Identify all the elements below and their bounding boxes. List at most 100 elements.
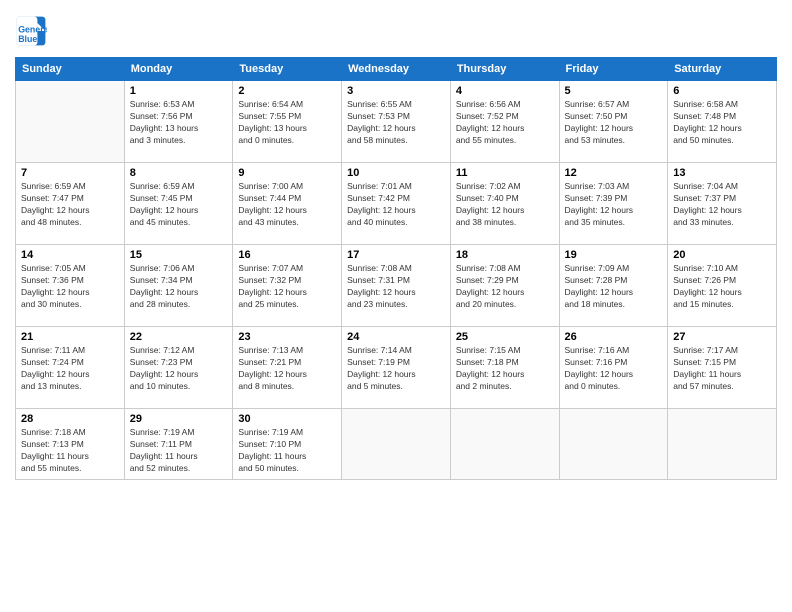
day-info: Sunrise: 7:04 AMSunset: 7:37 PMDaylight:…: [673, 181, 771, 229]
calendar-cell: 23 Sunrise: 7:13 AMSunset: 7:21 PMDayligh…: [233, 327, 342, 409]
calendar-cell: 19Sunrise: 7:09 AMSunset: 7:28 PMDayligh…: [559, 245, 668, 327]
day-info: Sunrise: 6:54 AMSunset: 7:55 PMDaylight:…: [238, 99, 336, 147]
calendar-cell: 24 Sunrise: 7:14 AMSunset: 7:19 PMDayligh…: [342, 327, 451, 409]
svg-text:General: General: [18, 25, 47, 35]
day-number: 20: [673, 249, 771, 261]
week-row-1: 1Sunrise: 6:53 AMSunset: 7:56 PMDaylight…: [16, 81, 777, 163]
day-info: Sunrise: 6:57 AMSunset: 7:50 PMDaylight:…: [565, 99, 663, 147]
day-number: 21: [21, 331, 119, 343]
day-info: Sunrise: 7:18 AMSunset: 7:13 PMDaylight:…: [21, 427, 119, 475]
header: General Blue: [15, 15, 777, 47]
calendar-cell: 22 Sunrise: 7:12 AMSunset: 7:23 PMDayligh…: [124, 327, 233, 409]
day-number: 1: [130, 85, 228, 97]
day-info: Sunrise: 7:16 AMSunset: 7:16 PMDaylight:…: [565, 345, 663, 393]
day-number: 14: [21, 249, 119, 261]
calendar-cell: 3 Sunrise: 6:55 AMSunset: 7:53 PMDaylight…: [342, 81, 451, 163]
day-number: 10: [347, 167, 445, 179]
day-number: 9: [238, 167, 336, 179]
week-row-4: 21 Sunrise: 7:11 AMSunset: 7:24 PMDayligh…: [16, 327, 777, 409]
day-info: Sunrise: 7:13 AMSunset: 7:21 PMDaylight:…: [238, 345, 336, 393]
weekday-header-wednesday: Wednesday: [342, 58, 451, 81]
day-number: 2: [238, 85, 336, 97]
calendar-cell: 28 Sunrise: 7:18 AMSunset: 7:13 PMDayligh…: [16, 409, 125, 480]
calendar-cell: 18Sunrise: 7:08 AMSunset: 7:29 PMDayligh…: [450, 245, 559, 327]
day-info: Sunrise: 6:56 AMSunset: 7:52 PMDaylight:…: [456, 99, 554, 147]
calendar-cell: 17Sunrise: 7:08 AMSunset: 7:31 PMDayligh…: [342, 245, 451, 327]
calendar-cell: [450, 409, 559, 480]
day-info: Sunrise: 7:01 AMSunset: 7:42 PMDaylight:…: [347, 181, 445, 229]
calendar-cell: 21 Sunrise: 7:11 AMSunset: 7:24 PMDayligh…: [16, 327, 125, 409]
day-info: Sunrise: 7:14 AMSunset: 7:19 PMDaylight:…: [347, 345, 445, 393]
day-number: 26: [565, 331, 663, 343]
day-number: 13: [673, 167, 771, 179]
day-info: Sunrise: 7:19 AMSunset: 7:11 PMDaylight:…: [130, 427, 228, 475]
day-number: 11: [456, 167, 554, 179]
weekday-header-thursday: Thursday: [450, 58, 559, 81]
calendar-cell: 26 Sunrise: 7:16 AMSunset: 7:16 PMDayligh…: [559, 327, 668, 409]
calendar-cell: 14Sunrise: 7:05 AMSunset: 7:36 PMDayligh…: [16, 245, 125, 327]
calendar-cell: 30 Sunrise: 7:19 AMSunset: 7:10 PMDayligh…: [233, 409, 342, 480]
day-info: Sunrise: 7:03 AMSunset: 7:39 PMDaylight:…: [565, 181, 663, 229]
day-info: Sunrise: 7:19 AMSunset: 7:10 PMDaylight:…: [238, 427, 336, 475]
calendar-cell: [668, 409, 777, 480]
day-number: 30: [238, 413, 336, 425]
weekday-header-friday: Friday: [559, 58, 668, 81]
day-number: 6: [673, 85, 771, 97]
day-number: 27: [673, 331, 771, 343]
day-number: 25: [456, 331, 554, 343]
day-info: Sunrise: 7:08 AMSunset: 7:31 PMDaylight:…: [347, 263, 445, 311]
day-info: Sunrise: 7:02 AMSunset: 7:40 PMDaylight:…: [456, 181, 554, 229]
calendar-cell: 7 Sunrise: 6:59 AMSunset: 7:47 PMDaylight…: [16, 163, 125, 245]
day-number: 5: [565, 85, 663, 97]
day-number: 22: [130, 331, 228, 343]
calendar-cell: 16 Sunrise: 7:07 AMSunset: 7:32 PMDayligh…: [233, 245, 342, 327]
svg-text:Blue: Blue: [18, 34, 37, 44]
calendar-cell: 6 Sunrise: 6:58 AMSunset: 7:48 PMDaylight…: [668, 81, 777, 163]
day-number: 24: [347, 331, 445, 343]
logo-icon: General Blue: [15, 15, 47, 47]
day-number: 16: [238, 249, 336, 261]
calendar-cell: [342, 409, 451, 480]
page: General Blue SundayMondayTuesdayWednesda…: [0, 0, 792, 612]
calendar-table: SundayMondayTuesdayWednesdayThursdayFrid…: [15, 57, 777, 480]
calendar-cell: [16, 81, 125, 163]
calendar-cell: 10 Sunrise: 7:01 AMSunset: 7:42 PMDayligh…: [342, 163, 451, 245]
week-row-2: 7 Sunrise: 6:59 AMSunset: 7:47 PMDaylight…: [16, 163, 777, 245]
day-number: 8: [130, 167, 228, 179]
calendar-cell: 20 Sunrise: 7:10 AMSunset: 7:26 PMDayligh…: [668, 245, 777, 327]
weekday-header-sunday: Sunday: [16, 58, 125, 81]
day-info: Sunrise: 7:12 AMSunset: 7:23 PMDaylight:…: [130, 345, 228, 393]
day-info: Sunrise: 7:11 AMSunset: 7:24 PMDaylight:…: [21, 345, 119, 393]
calendar-cell: 9Sunrise: 7:00 AMSunset: 7:44 PMDaylight…: [233, 163, 342, 245]
weekday-header-tuesday: Tuesday: [233, 58, 342, 81]
day-number: 28: [21, 413, 119, 425]
calendar-cell: 4 Sunrise: 6:56 AMSunset: 7:52 PMDaylight…: [450, 81, 559, 163]
day-info: Sunrise: 7:10 AMSunset: 7:26 PMDaylight:…: [673, 263, 771, 311]
calendar-cell: 15Sunrise: 7:06 AMSunset: 7:34 PMDayligh…: [124, 245, 233, 327]
day-number: 19: [565, 249, 663, 261]
day-info: Sunrise: 6:59 AMSunset: 7:47 PMDaylight:…: [21, 181, 119, 229]
logo: General Blue: [15, 15, 51, 47]
day-info: Sunrise: 6:59 AMSunset: 7:45 PMDaylight:…: [130, 181, 228, 229]
day-number: 7: [21, 167, 119, 179]
weekday-header-saturday: Saturday: [668, 58, 777, 81]
calendar-cell: 13 Sunrise: 7:04 AMSunset: 7:37 PMDayligh…: [668, 163, 777, 245]
calendar-cell: 25 Sunrise: 7:15 AMSunset: 7:18 PMDayligh…: [450, 327, 559, 409]
day-info: Sunrise: 7:15 AMSunset: 7:18 PMDaylight:…: [456, 345, 554, 393]
day-number: 4: [456, 85, 554, 97]
day-number: 23: [238, 331, 336, 343]
calendar-cell: 12 Sunrise: 7:03 AMSunset: 7:39 PMDayligh…: [559, 163, 668, 245]
weekday-header-monday: Monday: [124, 58, 233, 81]
calendar-cell: 1Sunrise: 6:53 AMSunset: 7:56 PMDaylight…: [124, 81, 233, 163]
day-number: 12: [565, 167, 663, 179]
calendar-cell: 27Sunrise: 7:17 AMSunset: 7:15 PMDayligh…: [668, 327, 777, 409]
calendar-cell: 8 Sunrise: 6:59 AMSunset: 7:45 PMDaylight…: [124, 163, 233, 245]
calendar-cell: 29Sunrise: 7:19 AMSunset: 7:11 PMDayligh…: [124, 409, 233, 480]
day-number: 3: [347, 85, 445, 97]
calendar-cell: [559, 409, 668, 480]
day-info: Sunrise: 6:58 AMSunset: 7:48 PMDaylight:…: [673, 99, 771, 147]
day-info: Sunrise: 7:06 AMSunset: 7:34 PMDaylight:…: [130, 263, 228, 311]
week-row-3: 14Sunrise: 7:05 AMSunset: 7:36 PMDayligh…: [16, 245, 777, 327]
day-info: Sunrise: 7:07 AMSunset: 7:32 PMDaylight:…: [238, 263, 336, 311]
day-info: Sunrise: 6:55 AMSunset: 7:53 PMDaylight:…: [347, 99, 445, 147]
